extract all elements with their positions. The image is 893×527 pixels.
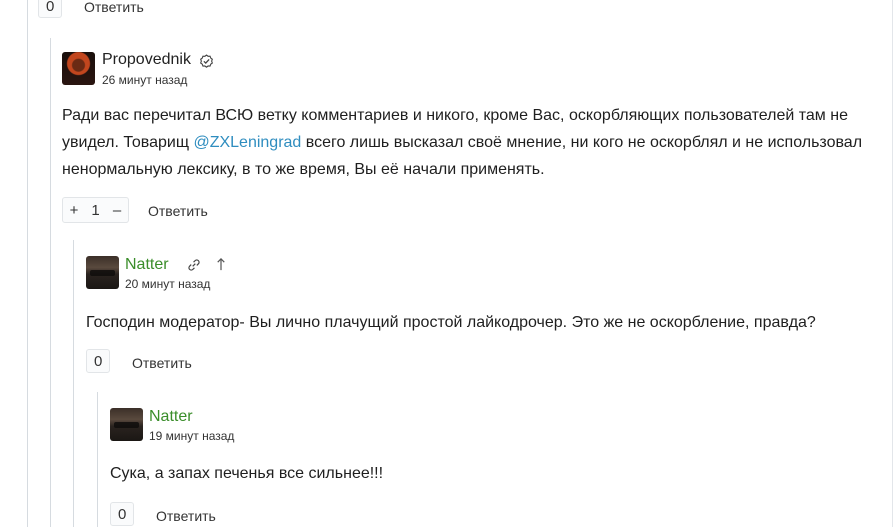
comment-thread: 0 Ответить Propovednik 26 минут назад Ра… <box>0 0 893 527</box>
avatar[interactable] <box>86 256 119 289</box>
thread-line-level-3 <box>73 240 74 527</box>
comment-author[interactable]: Natter <box>149 408 193 426</box>
comment-body: Господин модератор- Вы лично плачущий пр… <box>86 314 816 331</box>
reply-button[interactable]: Ответить <box>148 203 208 219</box>
vote-up-button[interactable]: + <box>63 202 85 219</box>
user-mention-link[interactable]: @ZXLeningrad <box>193 134 301 151</box>
comment-score: 0 <box>86 349 111 373</box>
thread-line-level-2 <box>50 38 51 527</box>
comment-body: Сука, а запах печенья все сильнее!!! <box>110 465 384 482</box>
comment-score: 0 <box>38 0 63 18</box>
comment-body: Ради вас перечитал ВСЮ ветку комментарие… <box>62 102 882 183</box>
reply-button[interactable]: Ответить <box>132 355 192 371</box>
vote-controls: + 1 – <box>62 197 129 223</box>
comment-author[interactable]: Natter <box>125 256 169 274</box>
comment-timestamp[interactable]: 26 минут назад <box>102 73 187 87</box>
link-icon[interactable] <box>186 257 202 273</box>
comment-score: 0 <box>110 502 135 526</box>
comment-timestamp[interactable]: 20 минут назад <box>125 277 210 291</box>
thread-line-level-4 <box>97 392 98 527</box>
avatar[interactable] <box>62 52 95 85</box>
reply-button[interactable]: Ответить <box>84 0 144 15</box>
avatar[interactable] <box>110 408 143 441</box>
reply-button[interactable]: Ответить <box>156 508 216 524</box>
comment-timestamp[interactable]: 19 минут назад <box>149 429 234 443</box>
comment-author[interactable]: Propovednik <box>102 51 191 69</box>
thread-line-level-1 <box>27 0 28 527</box>
comment-score: 1 <box>91 201 100 219</box>
verified-check-icon <box>198 53 214 69</box>
arrow-up-icon[interactable] <box>213 256 229 273</box>
vote-down-button[interactable]: – <box>106 202 128 219</box>
